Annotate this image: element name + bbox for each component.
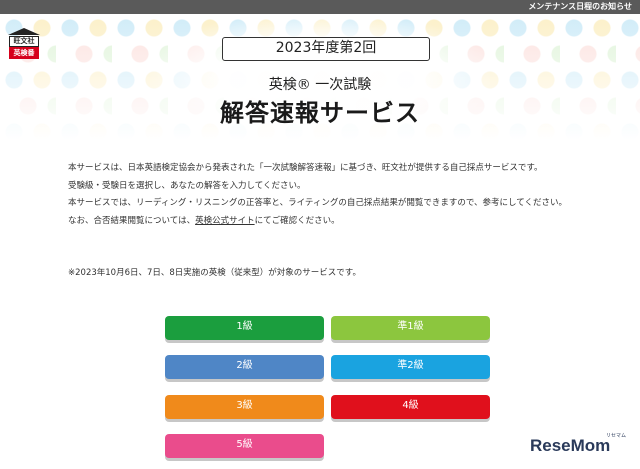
description-line: なお、合否結果閲覧については、英検公式サイトにてご確認ください。 — [68, 215, 340, 226]
grade-2-button[interactable]: 2級 — [165, 355, 324, 379]
description-line: 本サービスでは、リーディング・リスニングの正答率と、ライティングの自己採点結果が… — [68, 198, 568, 208]
exam-year-label: 2023年度第2回 — [222, 37, 430, 61]
eiken-official-site-link[interactable]: 英検公式サイト — [195, 216, 255, 226]
target-exam-note: ※2023年10月6日、7日、8日実施の英検（従来型）が対象のサービスです。 — [68, 268, 361, 278]
grade-1-button[interactable]: 1級 — [165, 316, 324, 340]
grade-pre1-button[interactable]: 準1級 — [331, 316, 490, 340]
top-bar: メンテナンス日程のお知らせ — [0, 0, 640, 14]
service-description: 本サービスは、日本英語検定協会から発表された「一次試験解答速報」に基づき、旺文社… — [68, 160, 588, 230]
resemom-watermark: ReseMom — [530, 436, 611, 455]
description-line: 受験級・受験日を選択し、あなたの解答を入力してください。 — [68, 180, 306, 191]
page-title: 解答速報サービス — [220, 99, 420, 127]
page-subtitle: 英検® 一次試験 — [268, 77, 372, 93]
description-line: 本サービスは、日本英語検定協会から発表された「一次試験解答速報」に基づき、旺文社… — [68, 163, 543, 173]
obunsha-eiken-logo[interactable]: 旺文社 英検番 — [8, 28, 40, 60]
grade-4-button[interactable]: 4級 — [331, 395, 490, 419]
grade-pre2-button[interactable]: 準2級 — [331, 355, 490, 379]
grade-5-button[interactable]: 5級 — [165, 434, 324, 458]
grade-3-button[interactable]: 3級 — [165, 395, 324, 419]
resemom-watermark-kana: リセマム — [606, 433, 627, 439]
maintenance-notice-link[interactable]: メンテナンス日程のお知らせ — [528, 1, 632, 13]
